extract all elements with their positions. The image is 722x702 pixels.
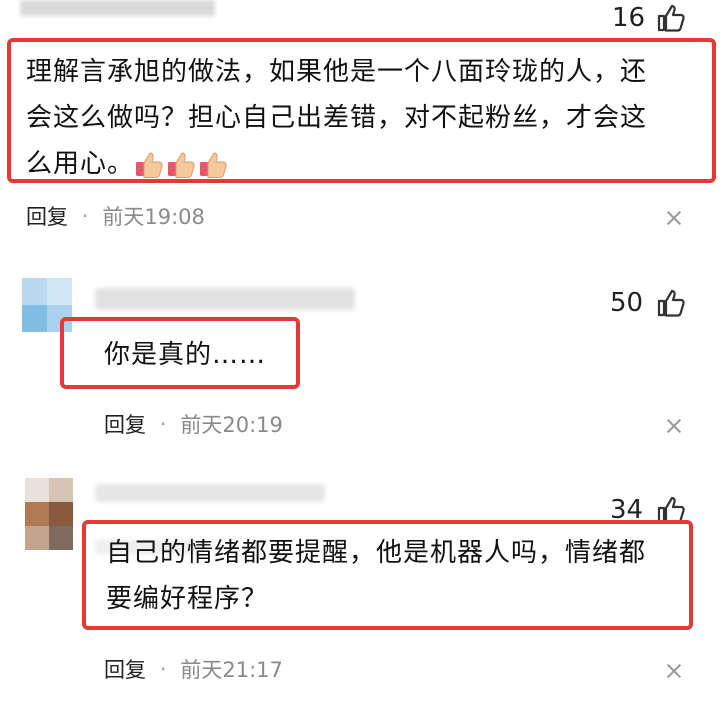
like-count: 16 [612, 3, 646, 33]
thumbs-up-icon[interactable] [655, 2, 687, 34]
comment-line: 自己的情绪都要提醒，他是机器人吗，情绪都 [106, 538, 647, 568]
comment-meta: 回复 · 前天21:17 [104, 654, 283, 684]
timestamp: 前天21:17 [180, 658, 283, 682]
comment-line: 要编好程序？ [106, 584, 269, 614]
comment-text: 理解言承旭的做法，如果他是一个八面玲珑的人，还 会这么做吗？担心自己出差错，对不… [26, 49, 706, 187]
blurred-username [95, 484, 325, 502]
like-group-2[interactable]: 50 [610, 287, 687, 319]
comment-meta: 回复 · 前天20:19 [104, 409, 283, 439]
timestamp: 前天20:19 [180, 413, 283, 437]
separator-dot: · [82, 204, 89, 228]
comment-line: 理解言承旭的做法，如果他是一个八面玲珑的人，还 [26, 57, 648, 87]
thumbs-up-icon[interactable] [655, 287, 687, 319]
avatar[interactable] [25, 478, 73, 550]
reply-button[interactable]: 回复 [104, 409, 146, 439]
reply-button[interactable]: 回复 [26, 201, 68, 231]
close-icon[interactable] [664, 661, 684, 681]
reply-button[interactable]: 回复 [104, 654, 146, 684]
close-icon[interactable] [664, 208, 684, 228]
comment-text: 你是真的…… [104, 340, 267, 370]
like-group-1[interactable]: 16 [612, 2, 687, 34]
comment-line: 会这么做吗？担心自己出差错，对不起粉丝，才会这 [26, 103, 648, 133]
thumbs-up-emoji [168, 152, 195, 178]
like-count: 50 [610, 288, 644, 318]
comment-meta: 回复 · 前天19:08 [26, 201, 205, 231]
comment-text: 自己的情绪都要提醒，他是机器人吗，情绪都 要编好程序？ [106, 530, 686, 622]
separator-dot: · [160, 657, 167, 681]
timestamp: 前天19:08 [102, 205, 205, 229]
close-icon[interactable] [664, 416, 684, 436]
blurred-username [95, 288, 355, 310]
thumbs-up-emoji [136, 152, 163, 178]
blurred-username [20, 0, 215, 16]
thumbs-up-emoji [200, 152, 227, 178]
comment-line-text: 么用心。 [26, 149, 135, 179]
comment-line: 么用心。 [26, 141, 706, 187]
separator-dot: · [160, 412, 167, 436]
